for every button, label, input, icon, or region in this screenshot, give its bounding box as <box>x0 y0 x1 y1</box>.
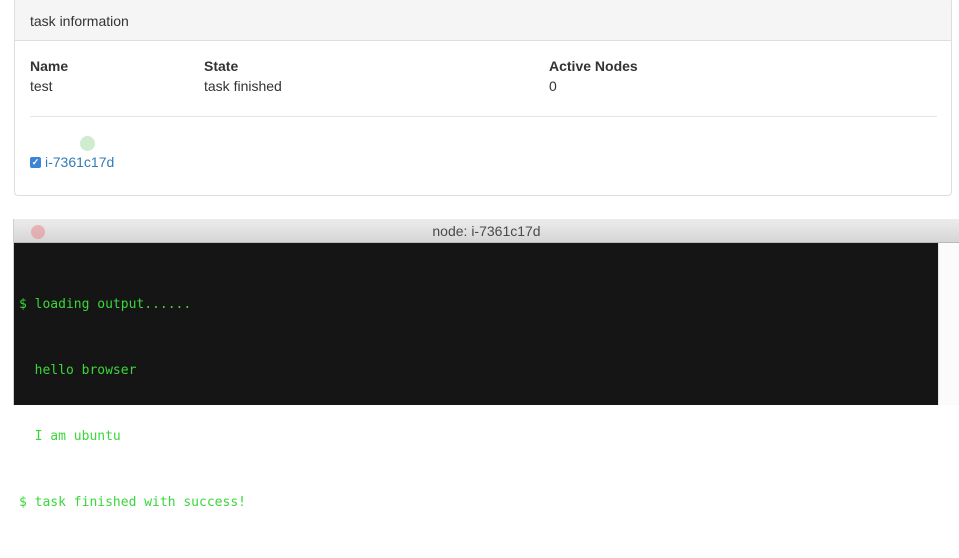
panel-heading: task information <box>15 0 951 41</box>
name-value: test <box>30 78 53 94</box>
name-column: Name test <box>30 58 68 94</box>
active-nodes-value: 0 <box>549 78 557 94</box>
terminal-window: node: i-7361c17d $ loading output...... … <box>13 219 959 510</box>
terminal-titlebar: node: i-7361c17d <box>14 219 959 243</box>
terminal-line: $ loading output...... <box>19 297 192 312</box>
state-value: task finished <box>204 78 282 94</box>
panel-divider <box>30 116 937 117</box>
cursor-indicator <box>80 136 95 151</box>
active-nodes-header: Active Nodes <box>549 58 638 74</box>
terminal-output: $ loading output...... hello browser I a… <box>19 250 246 558</box>
terminal-line: I am ubuntu <box>19 429 121 444</box>
task-info-panel: task information Name test State task fi… <box>14 0 952 196</box>
node-item[interactable]: ✓ i-7361c17d <box>30 154 114 170</box>
terminal-scrollbar[interactable] <box>938 243 959 405</box>
terminal-title: node: i-7361c17d <box>432 223 541 239</box>
task-info-table: Name test State task finished Active Nod… <box>15 41 951 116</box>
state-header: State <box>204 58 239 74</box>
close-icon[interactable] <box>31 225 45 239</box>
state-column: State task finished <box>204 58 282 94</box>
node-checkbox[interactable]: ✓ <box>30 156 41 168</box>
name-header: Name <box>30 58 69 74</box>
node-link[interactable]: i-7361c17d <box>45 154 114 170</box>
terminal-line: $ task finished with success! <box>19 495 246 510</box>
terminal-line: hello browser <box>19 363 137 378</box>
active-nodes-column: Active Nodes 0 <box>549 58 638 94</box>
